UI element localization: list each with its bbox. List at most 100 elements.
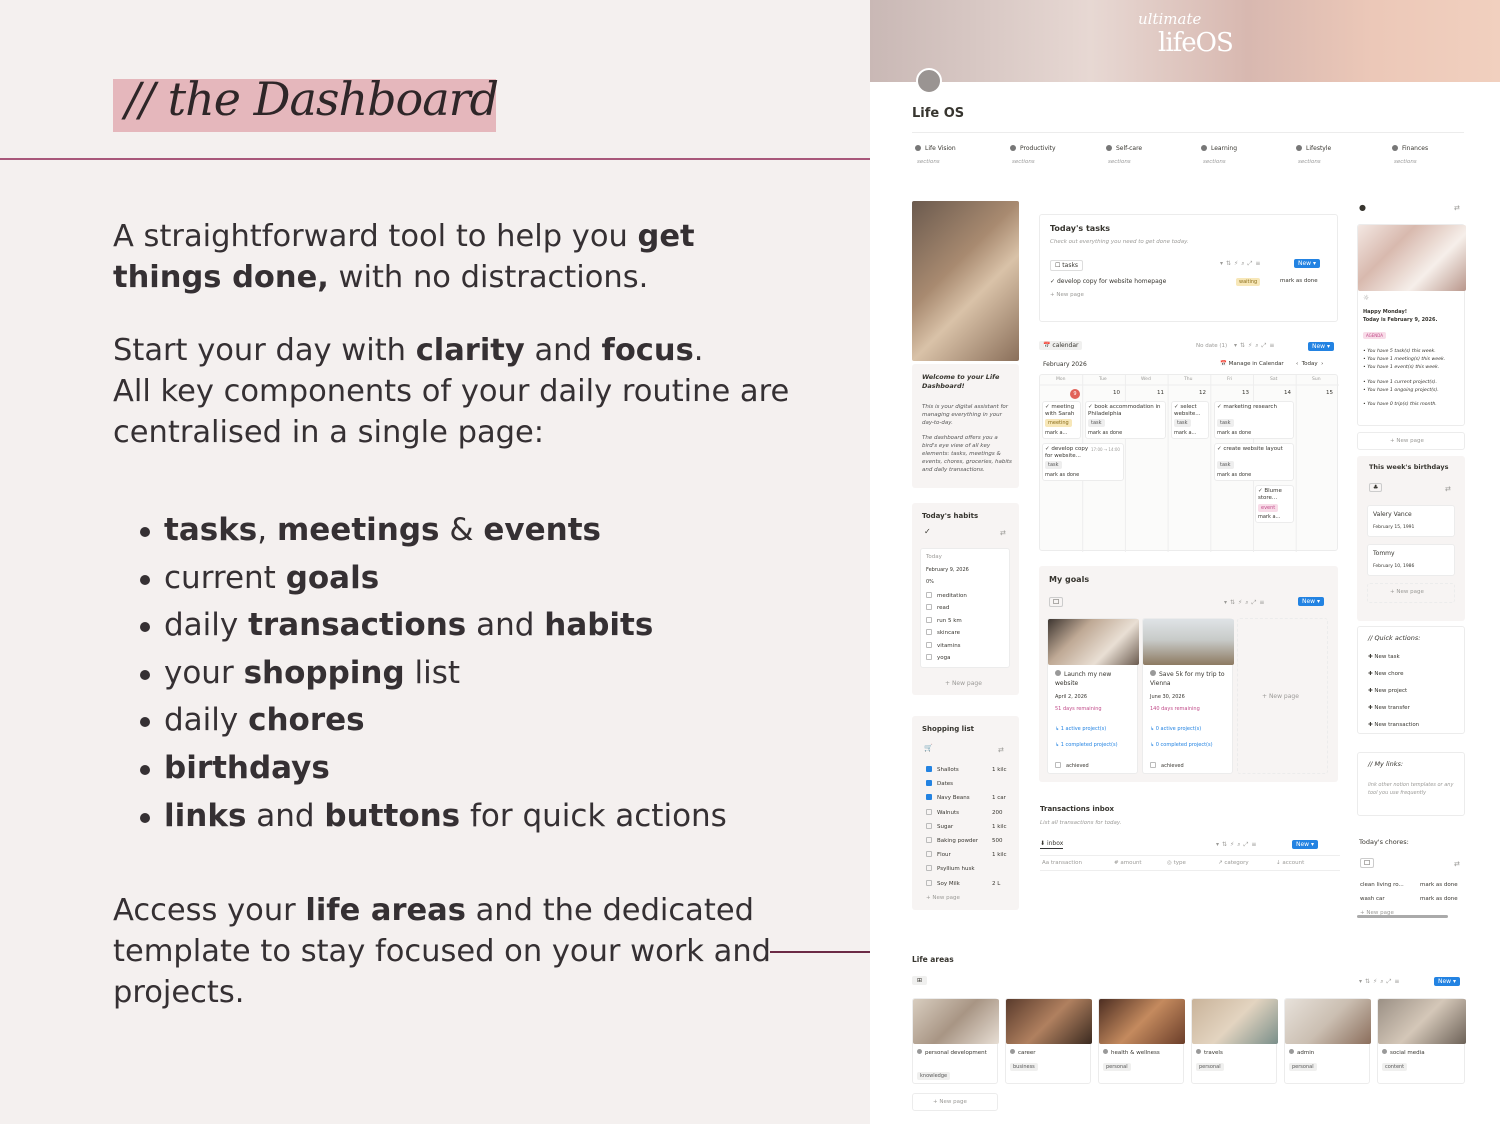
calendar-event[interactable]: ✓ select website... task mark a... xyxy=(1171,401,1209,439)
goal-image xyxy=(1048,619,1139,665)
check-icon[interactable]: ✓ xyxy=(924,527,931,536)
calendar-event[interactable]: ✓ Blume store... event mark a... xyxy=(1255,485,1294,523)
birthday-entry[interactable]: Valery Vance February 15, 1991 xyxy=(1367,505,1455,537)
life-area-image xyxy=(1285,999,1371,1044)
mark-done-button[interactable]: mark as done xyxy=(1280,278,1318,284)
habit-item[interactable]: vitamins xyxy=(926,640,967,652)
habit-item[interactable]: skincare xyxy=(926,627,967,639)
habit-item[interactable]: run 5 km xyxy=(926,615,967,627)
toolbar-icons[interactable]: ▾⇅⚡⌕⤢≡ xyxy=(1234,342,1277,350)
settings-icon[interactable]: ⇄ xyxy=(998,746,1004,754)
shopping-item[interactable]: Walnuts 200 xyxy=(926,806,1016,820)
life-area-card[interactable]: career business xyxy=(1005,998,1092,1084)
task-item[interactable]: ✓ develop copy for website homepage xyxy=(1050,278,1166,285)
toolbar-icons[interactable]: ▾⇅⚡⌕⤢≡ xyxy=(1359,978,1402,986)
area-learning[interactable]: Learning sections xyxy=(1201,145,1281,165)
links-card: // My links: link other notion templates… xyxy=(1357,752,1465,816)
chore-item[interactable]: clean living ro... mark as done xyxy=(1360,878,1465,892)
quick-actions-card: // Quick actions: ✚ New task ✚ New chore… xyxy=(1357,626,1465,734)
shopping-card: Shopping list 🛒 ⇄ Shallots 1 kilc Dates N… xyxy=(912,716,1019,910)
cart-icon[interactable]: 🛒 xyxy=(924,744,933,752)
goal-card[interactable]: Launch my new website April 2, 2026 51 d… xyxy=(1047,618,1139,774)
area-self-care[interactable]: Self-care sections xyxy=(1106,145,1186,165)
goals-new-button[interactable]: New ▾ xyxy=(1298,597,1325,606)
habit-item[interactable]: yoga xyxy=(926,652,967,664)
calendar-today-button[interactable]: ‹ Today › xyxy=(1296,361,1323,367)
habits-new-page[interactable]: + New page xyxy=(945,680,982,687)
marketing-panel: // the Dashboard A straightforward tool … xyxy=(0,0,870,1124)
area-productivity[interactable]: Productivity sections xyxy=(1010,145,1090,165)
birthday-new-page[interactable]: + New page xyxy=(1367,583,1455,603)
chores-view-tab[interactable]: ☐ xyxy=(1360,858,1375,868)
tasks-new-page[interactable]: + New page xyxy=(1050,292,1084,298)
shopping-item[interactable]: Baking powder 500 xyxy=(926,834,1016,848)
quick-action-button[interactable]: ✚ New transaction xyxy=(1368,717,1419,734)
lifeareas-new-page[interactable]: + New page xyxy=(912,1093,998,1111)
habit-entry[interactable]: Today February 9, 2026 0% meditation rea… xyxy=(920,548,1010,668)
calendar-event[interactable]: ✓ develop copy for website... 17:00 → 14… xyxy=(1042,443,1124,481)
feature-item: daily transactions and habits xyxy=(140,602,727,650)
calendar-view-tab[interactable]: 📅 calendar xyxy=(1039,341,1083,350)
area-finances[interactable]: Finances sections xyxy=(1392,145,1472,165)
gallery-grid-icon[interactable]: ⊞ xyxy=(912,976,928,985)
toolbar-icons[interactable]: ▾⇅⚡⌕⤢≡ xyxy=(1224,599,1267,607)
area-lifestyle[interactable]: Lifestyle sections xyxy=(1296,145,1376,165)
shopping-item[interactable]: Navy Beans 1 car xyxy=(926,791,1016,805)
calendar-event[interactable]: ✓ meeting with Sarah meeting mark a... xyxy=(1042,401,1081,439)
life-area-card[interactable]: health & wellness personal xyxy=(1098,998,1185,1084)
sun-icon: ☼ xyxy=(1363,294,1370,302)
feature-item: daily chores xyxy=(140,697,727,745)
settings-icon[interactable]: ⇄ xyxy=(1445,485,1451,493)
habit-item[interactable]: meditation xyxy=(926,590,967,602)
calendar-event[interactable]: ✓ book accommodation in Philadelphia tas… xyxy=(1085,401,1166,439)
intro-paragraph: A straightforward tool to help you get t… xyxy=(113,219,695,295)
chore-item[interactable]: wash car mark as done xyxy=(1360,892,1465,906)
life-area-card[interactable]: admin personal xyxy=(1284,998,1371,1084)
calendar-event[interactable]: ✓ marketing research task mark as done xyxy=(1214,401,1294,439)
manage-calendar-button[interactable]: 📅 Manage in Calendar xyxy=(1220,361,1284,367)
life-area-card[interactable]: personal development knowledge xyxy=(912,998,999,1084)
goals-new-page[interactable]: + New page xyxy=(1237,618,1328,774)
birthday-entry[interactable]: Tommy February 10, 1986 xyxy=(1367,544,1455,576)
goal-image xyxy=(1143,619,1234,665)
quick-action-button[interactable]: ✚ New project xyxy=(1368,683,1419,700)
settings-icon[interactable]: ⇄ xyxy=(1000,529,1006,537)
divider xyxy=(0,158,870,160)
birthdays-card: This week's birthdays ♣ ⇄ Valery Vance F… xyxy=(1357,456,1465,621)
life-area-card[interactable]: social media content xyxy=(1377,998,1466,1084)
areas-row: Life Vision sections Productivity sections… xyxy=(912,132,1464,165)
inbox-view-tab[interactable]: ⬇ inbox xyxy=(1040,840,1064,849)
toolbar-icons[interactable]: ▾⇅⚡⌕⤢≡ xyxy=(1216,841,1259,849)
quick-action-button[interactable]: ✚ New transfer xyxy=(1368,700,1419,717)
clarity-paragraph: Start your day with clarity and focus. A… xyxy=(113,333,790,450)
transactions-new-button[interactable]: New ▾ xyxy=(1292,840,1319,849)
scrollbar[interactable] xyxy=(1357,915,1448,918)
page-icon[interactable] xyxy=(916,68,942,94)
shopping-new-page[interactable]: + New page xyxy=(926,891,1016,905)
shopping-item[interactable]: Sugar 1 kilc xyxy=(926,820,1016,834)
calendar-month: February 2026 xyxy=(1043,361,1087,368)
gallery-view-tab[interactable]: ☐ xyxy=(1049,597,1064,607)
settings-icon[interactable]: ⇄ xyxy=(1454,204,1460,212)
shopping-item[interactable]: Shallots 1 kilc xyxy=(926,763,1016,777)
calendar-new-button[interactable]: New ▾ xyxy=(1308,342,1335,351)
toolbar-icons[interactable]: ▾⇅⚡⌕⤢≡ xyxy=(1220,260,1263,268)
tasks-new-button[interactable]: New ▾ xyxy=(1294,259,1321,268)
shopping-item[interactable]: Flour 1 kilc xyxy=(926,848,1016,862)
shopping-item[interactable]: Soy Milk 2 L xyxy=(926,877,1016,891)
settings-icon[interactable]: ⇄ xyxy=(1454,860,1460,868)
agenda-new-page[interactable]: + New page xyxy=(1357,432,1465,450)
tasks-view-tab[interactable]: ☐ tasks xyxy=(1050,260,1084,271)
goal-card[interactable]: Save 5k for my trip to Vienna June 30, 2… xyxy=(1142,618,1234,774)
area-life-vision[interactable]: Life Vision sections xyxy=(915,145,995,165)
quick-action-button[interactable]: ✚ New task xyxy=(1368,649,1419,666)
life-area-image xyxy=(1099,999,1185,1044)
lifeareas-new-button[interactable]: New ▾ xyxy=(1434,977,1461,986)
shopping-item[interactable]: Dates xyxy=(926,777,1016,791)
habit-item[interactable]: read xyxy=(926,602,967,614)
life-area-card[interactable]: travels personal xyxy=(1191,998,1278,1084)
quick-action-button[interactable]: ✚ New chore xyxy=(1368,666,1419,683)
cake-icon[interactable]: ♣ xyxy=(1369,483,1383,492)
shopping-item[interactable]: Psyllium husk xyxy=(926,862,1016,876)
calendar-event[interactable]: ✓ create website layout task mark as don… xyxy=(1214,443,1294,481)
